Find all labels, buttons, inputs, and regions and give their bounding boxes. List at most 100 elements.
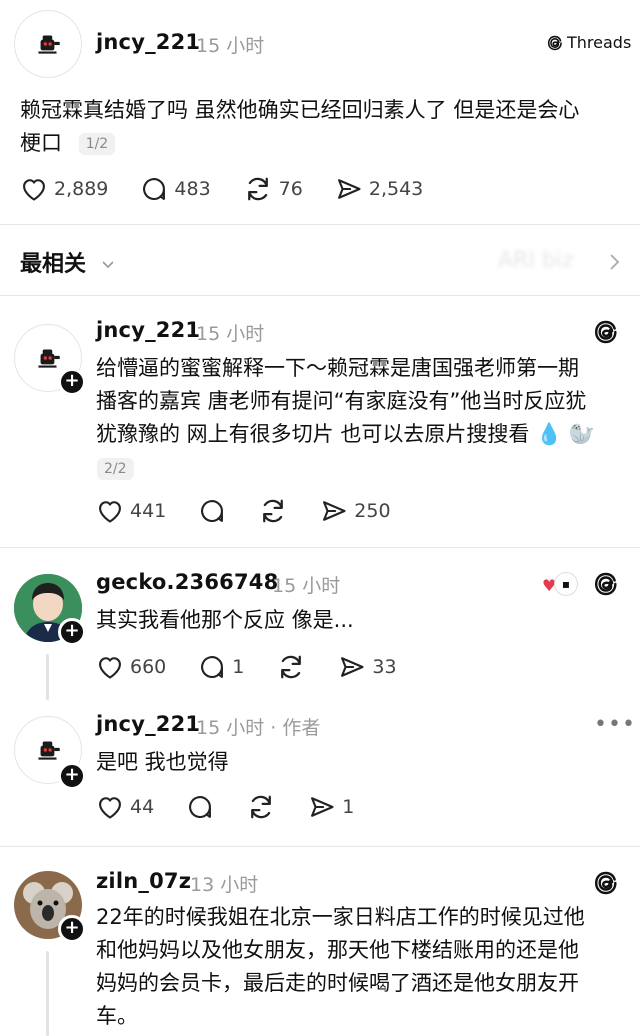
share-icon (308, 793, 336, 821)
post-text-line: 梗口 (20, 131, 62, 155)
username[interactable]: jncy_221 (96, 712, 200, 736)
like-count: 44 (130, 796, 155, 818)
repost-icon (276, 652, 306, 682)
follow-button[interactable]: + (58, 368, 86, 396)
repost-icon (243, 174, 273, 204)
repost-button[interactable] (276, 652, 306, 682)
page-badge: 1/2 (78, 133, 116, 155)
comment-icon (186, 793, 214, 821)
share-button[interactable]: 250 (320, 497, 391, 525)
reply-text-line: 车。 (96, 1004, 138, 1028)
threads-logo-icon[interactable] (592, 570, 620, 598)
username[interactable]: jncy_221 (96, 318, 200, 342)
share-icon (338, 653, 366, 681)
username[interactable]: jncy_221 (96, 30, 200, 54)
threads-badge[interactable]: Threads (546, 33, 631, 52)
reply-text-line: 是吧 我也觉得 (96, 750, 229, 774)
heart-icon (20, 175, 48, 203)
like-button[interactable]: 2,889 (20, 175, 108, 203)
reply-text: 其实我看他那个反应 像是... (96, 604, 636, 637)
repost-count: 76 (278, 178, 303, 200)
reply-text-line: 和他妈妈以及他女朋友，那天他下楼结账用的还是他 (96, 938, 579, 962)
share-icon (320, 497, 348, 525)
repost-button[interactable] (246, 792, 276, 822)
comment-button[interactable] (198, 497, 226, 525)
reply-time: 15 小时 · 作者 (196, 717, 321, 739)
reply: + jncy_221 15 小时 给懵逼的蜜蜜解释一下～赖冠霖是唐国强老师第一期… (0, 296, 640, 546)
comment-icon (140, 175, 168, 203)
follow-button[interactable]: + (58, 915, 86, 943)
repost-icon (258, 496, 288, 526)
username[interactable]: gecko.2366748 (96, 570, 278, 594)
like-button[interactable]: 44 (96, 793, 154, 821)
repost-button[interactable] (258, 496, 288, 526)
thread-line (46, 951, 49, 1036)
share-count: 1 (342, 796, 355, 818)
chevron-right-icon[interactable] (606, 252, 622, 276)
like-button[interactable]: 660 (96, 653, 166, 681)
threads-logo-icon[interactable] (592, 318, 620, 346)
avatar[interactable] (14, 10, 82, 78)
follow-button[interactable]: + (58, 618, 86, 646)
post-text-line: 赖冠霖真结婚了吗 虽然他确实已经回归素人了 但是还是会心 (20, 98, 580, 122)
app-name: Threads (567, 33, 632, 52)
follow-button[interactable]: + (58, 762, 86, 790)
heart-icon (96, 497, 124, 525)
comment-icon (198, 653, 226, 681)
post-text: 赖冠霖真结婚了吗 虽然他确实已经回归素人了 但是还是会心 梗口 1/2 (20, 94, 630, 160)
reply-text-line: 犹豫豫的 网上有很多切片 也可以去原片搜搜看 💧 🦭 (96, 422, 595, 446)
reply-text-line: 其实我看他那个反应 像是... (96, 608, 354, 632)
comment-button[interactable] (186, 793, 214, 821)
sort-bar: 最相关 ARI biz (0, 232, 640, 292)
reply: + jncy_221 15 小时 · 作者 ••• 是吧 我也觉得 44 1 (0, 704, 640, 844)
comment-icon (198, 497, 226, 525)
more-options-icon[interactable]: ••• (594, 712, 636, 737)
liked-by-author-badge: ♥ ▪ (540, 572, 580, 598)
share-button[interactable]: 2,543 (335, 175, 423, 203)
share-icon (335, 175, 363, 203)
comment-count: 483 (174, 178, 211, 200)
reply-time: 13 小时 (190, 874, 259, 896)
like-count: 660 (130, 656, 167, 678)
like-count: 441 (130, 500, 167, 522)
reply-actions: 660 1 33 (96, 652, 429, 682)
original-post: jncy_221 15 小时 Threads 赖冠霖真结婚了吗 虽然他确实已经回… (0, 0, 640, 222)
repost-icon (246, 792, 276, 822)
reply-actions: 44 1 (96, 792, 386, 822)
chevron-down-icon (100, 253, 116, 278)
author-avatar-icon: ▪ (554, 572, 578, 596)
reply-actions: 441 250 (96, 496, 423, 526)
reply-text: 给懵逼的蜜蜜解释一下～赖冠霖是唐国强老师第一期 播客的嘉宾 唐老师有提问“有家庭… (96, 352, 636, 451)
share-button[interactable]: 33 (338, 653, 397, 681)
repost-button[interactable]: 76 (243, 174, 303, 204)
reply-text-line: 播客的嘉宾 唐老师有提问“有家庭没有”他当时反应犹 (96, 389, 587, 413)
share-count: 33 (372, 656, 397, 678)
robot-avatar-icon (31, 341, 65, 375)
post-text-line: 梗口 1/2 (20, 127, 630, 160)
threads-logo-icon (546, 34, 564, 52)
reply: + gecko.2366748 15 小时 ♥ ▪ 其实我看他那个反应 像是..… (0, 548, 640, 704)
heart-icon (96, 793, 124, 821)
reply-text-line: 给懵逼的蜜蜜解释一下～赖冠霖是唐国强老师第一期 (96, 356, 579, 380)
reply-text: 是吧 我也觉得 (96, 746, 636, 779)
activity-link[interactable]: ARI biz (498, 248, 573, 273)
sort-dropdown[interactable]: 最相关 (20, 246, 116, 278)
comment-button[interactable]: 1 (198, 653, 244, 681)
reply-text: 22年的时候我姐在北京一家日料店工作的时候见过他 和他妈妈以及他女朋友，那天他下… (96, 901, 636, 1033)
username[interactable]: ziln_07z (96, 869, 191, 893)
like-button[interactable]: 441 (96, 497, 166, 525)
comment-button[interactable]: 483 (140, 175, 211, 203)
share-button[interactable]: 1 (308, 793, 354, 821)
robot-avatar-icon (31, 733, 65, 767)
reply-text-line: 妈妈的会员卡，最后走的时候喝了酒还是他女朋友开 (96, 971, 579, 995)
share-count: 2,543 (368, 178, 424, 200)
comment-count: 1 (232, 656, 245, 678)
robot-avatar-icon (31, 27, 65, 61)
threads-logo-icon[interactable] (592, 869, 620, 897)
reply-time: 15 小时 (272, 575, 341, 597)
post-actions: 2,889 483 76 2,543 (20, 174, 455, 204)
reply-time: 15 小时 (196, 323, 265, 345)
divider (0, 224, 640, 225)
thread-line (46, 654, 49, 700)
sort-label: 最相关 (20, 252, 87, 277)
